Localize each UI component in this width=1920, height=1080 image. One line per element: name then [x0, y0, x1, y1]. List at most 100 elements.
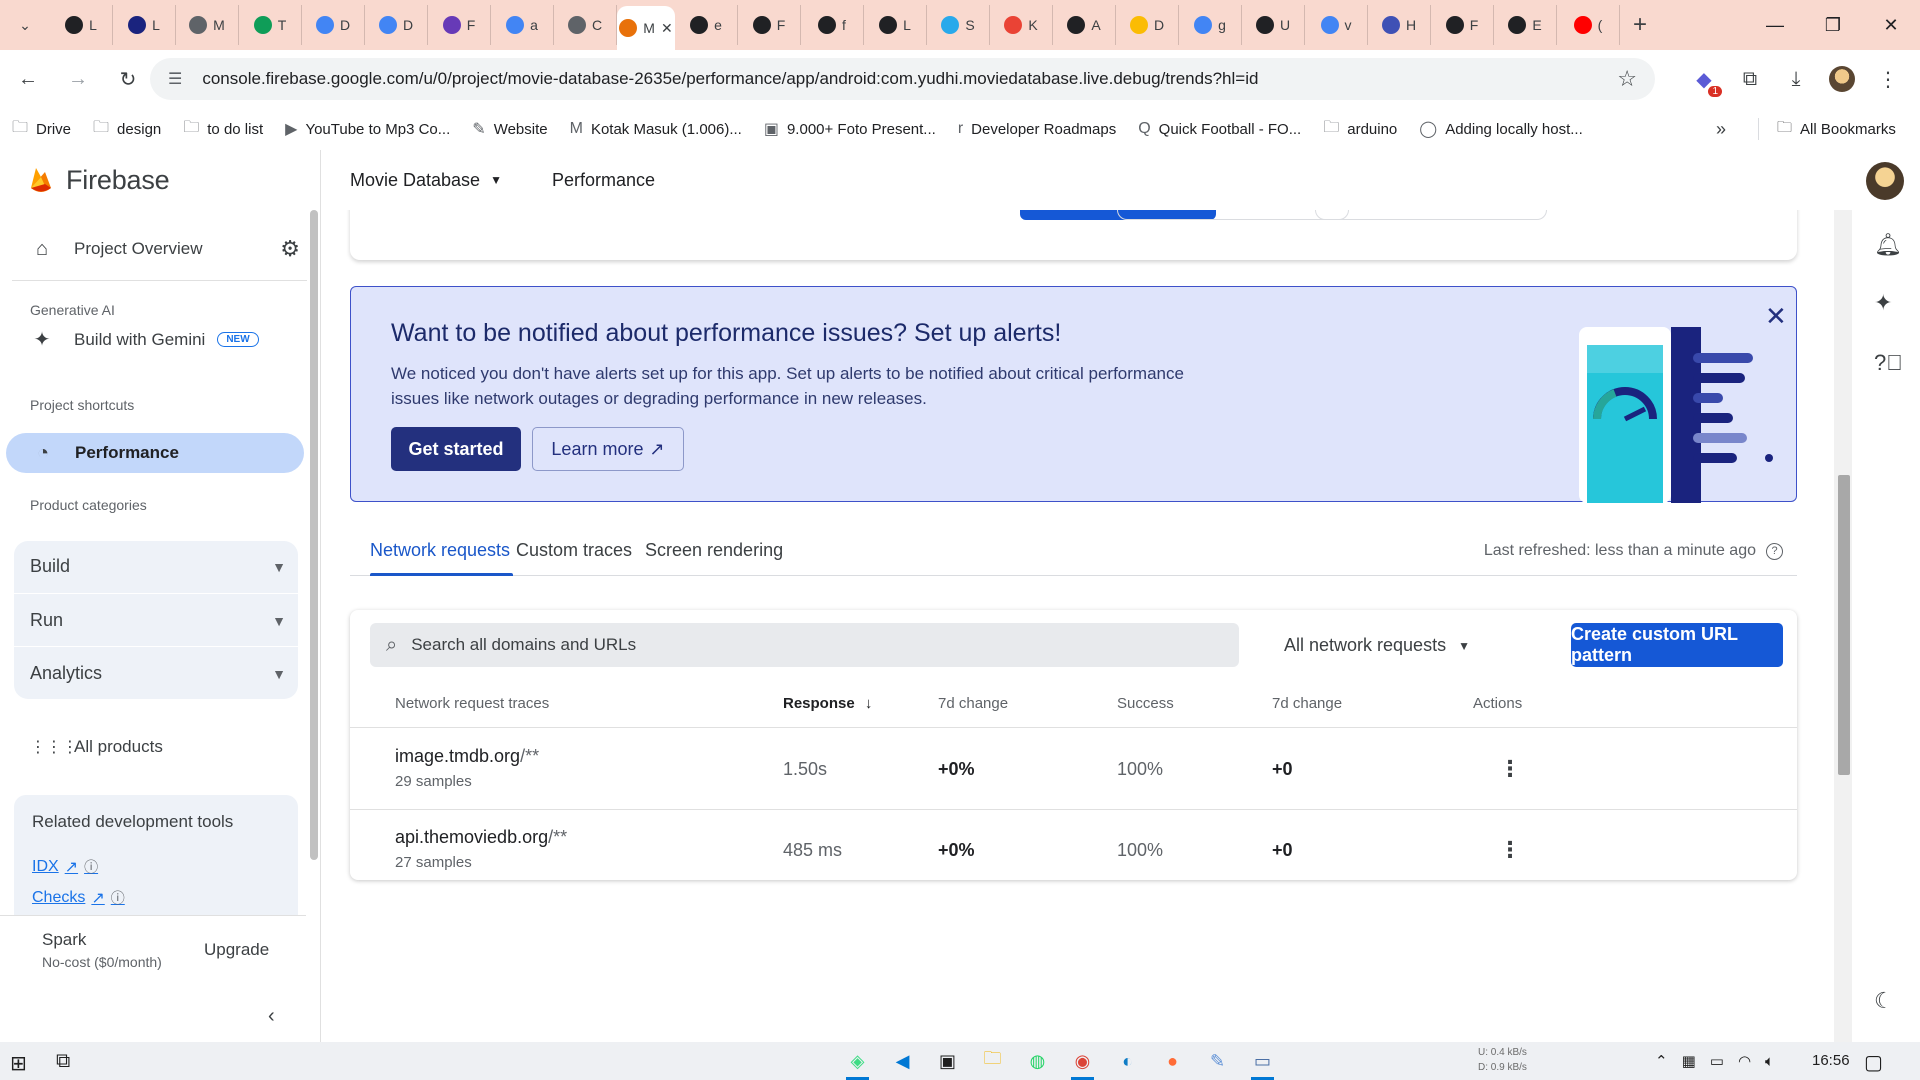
build-with-gemini-item[interactable]: ✦ Build with Gemini NEW — [30, 327, 259, 352]
column-header-response[interactable]: Response ↓ — [783, 695, 872, 712]
minimize-button[interactable]: — — [1746, 0, 1804, 50]
url-text[interactable]: console.firebase.google.com/u/0/project/… — [202, 69, 1258, 89]
browser-tab[interactable]: L — [864, 5, 927, 45]
browser-tab[interactable]: D — [302, 5, 365, 45]
browser-tab[interactable]: L — [50, 5, 113, 45]
idx-link[interactable]: IDX ↗ ⓘ — [32, 857, 98, 877]
gear-icon[interactable]: ⚙ — [280, 236, 300, 262]
bookmark-item[interactable]: 🗀 Drive — [12, 116, 71, 143]
browser-tab[interactable]: A — [1053, 5, 1116, 45]
help-icon[interactable]: ⓘ — [84, 857, 98, 877]
create-url-pattern-button[interactable]: Create custom URL pattern — [1571, 623, 1783, 667]
sidebar-item-performance[interactable]: ◔ Performance — [6, 433, 304, 473]
close-window-button[interactable]: ✕ — [1862, 0, 1920, 50]
bell-icon[interactable]: 🔔︎ — [1874, 232, 1902, 258]
project-selector[interactable]: Movie Database ▼ — [350, 170, 502, 191]
summary-filter-button[interactable] — [1315, 210, 1547, 220]
browser-menu-icon[interactable]: ⋮ — [1872, 63, 1904, 95]
profile-avatar[interactable] — [1826, 63, 1858, 95]
search-input[interactable] — [411, 635, 1112, 655]
chevron-up-icon[interactable]: ⌃ — [1655, 1052, 1668, 1070]
volume-icon[interactable]: 🔈︎ — [1765, 1053, 1774, 1070]
bookmark-item[interactable]: r Developer Roadmaps — [958, 120, 1116, 138]
browser-tab[interactable]: S — [927, 5, 990, 45]
browser-tab[interactable]: a — [491, 5, 554, 45]
task-view-icon[interactable]: ⧉ — [56, 1050, 70, 1073]
tab-screen-rendering[interactable]: Screen rendering — [645, 540, 783, 561]
search-field[interactable]: ⌕ — [370, 623, 1239, 667]
browser-tab[interactable]: F — [428, 5, 491, 45]
upgrade-button[interactable]: Upgrade — [204, 940, 269, 960]
browser-tab-active[interactable]: M ✕ — [617, 6, 675, 50]
bookmark-item[interactable]: 🗀 to do list — [183, 116, 263, 143]
category-run[interactable]: Run ▼ — [30, 610, 286, 631]
tray-app-icon[interactable]: ▦ — [1682, 1052, 1696, 1070]
reload-button[interactable]: ↻ — [106, 59, 150, 99]
bookmark-item[interactable]: ✎ Website — [472, 119, 547, 139]
browser-tab[interactable]: e — [675, 5, 738, 45]
browser-tab[interactable]: g — [1179, 5, 1242, 45]
battery-icon[interactable]: ▭ — [1710, 1052, 1724, 1070]
scrollbar-thumb[interactable] — [1838, 475, 1850, 775]
bookmark-star-icon[interactable]: ☆ — [1617, 66, 1637, 92]
browser-tab[interactable]: U — [1242, 5, 1305, 45]
dark-mode-icon[interactable]: ☾ — [1874, 988, 1894, 1014]
collapse-sidebar-icon[interactable]: ‹ — [268, 1005, 275, 1028]
main-scrollbar[interactable] — [1834, 210, 1852, 1042]
browser-tab[interactable]: v — [1305, 5, 1368, 45]
new-tab-button[interactable]: + — [1620, 5, 1660, 45]
notification-icon[interactable]: ▢ — [1864, 1050, 1883, 1075]
clock[interactable]: 16:56 — [1812, 1052, 1850, 1069]
category-analytics[interactable]: Analytics ▼ — [30, 663, 286, 684]
copilot-extension-icon[interactable]: ◆ 1 — [1688, 63, 1722, 97]
windows-start-icon[interactable]: ⊞ — [10, 1051, 27, 1076]
all-products-item[interactable]: ⋮⋮⋮ All products — [30, 737, 163, 757]
restore-button[interactable]: ❐ — [1804, 0, 1862, 50]
bookmark-item[interactable]: M Kotak Masuk (1.006)... — [570, 120, 742, 138]
browser-tab[interactable]: H — [1368, 5, 1431, 45]
browser-tab[interactable]: K — [990, 5, 1053, 45]
browser-tab[interactable]: ( — [1557, 5, 1620, 45]
bookmark-item[interactable]: Q Quick Football - FO... — [1138, 120, 1301, 138]
back-button[interactable]: ← — [6, 59, 50, 99]
edge-icon[interactable]: ◐ — [1112, 1046, 1143, 1076]
help-icon[interactable]: ⓘ — [111, 888, 125, 908]
browser-tab[interactable]: D — [365, 5, 428, 45]
gemini-sparkle-icon[interactable]: ✦ — [1874, 290, 1892, 316]
get-started-button[interactable]: Get started — [391, 427, 521, 471]
tab-network-requests[interactable]: Network requests — [370, 540, 510, 561]
help-icon[interactable]: ? — [1766, 542, 1783, 560]
bookmark-item[interactable]: 🗀 arduino — [1323, 116, 1397, 143]
tab-search-icon[interactable]: ⌄ — [0, 0, 50, 50]
vscode-icon[interactable]: ◀ — [887, 1046, 918, 1076]
sidebar-scrollbar[interactable] — [310, 210, 318, 860]
request-filter-dropdown[interactable]: All network requests ▼ — [1284, 635, 1470, 656]
learn-more-button[interactable]: Learn more ↗ — [532, 427, 684, 471]
browser-tab[interactable]: T — [239, 5, 302, 45]
chrome-icon[interactable]: ◉ — [1067, 1046, 1098, 1080]
extensions-puzzle-icon[interactable]: ⧉ — [1734, 63, 1766, 95]
help-icon[interactable]: ?⃝ — [1874, 350, 1903, 376]
browser-tab[interactable]: C — [554, 5, 617, 45]
bookmarks-overflow-icon[interactable]: » — [1716, 119, 1726, 140]
browser-tab[interactable]: D — [1116, 5, 1179, 45]
browser-tab[interactable]: f — [801, 5, 864, 45]
forward-button[interactable]: → — [56, 59, 100, 99]
whatsapp-icon[interactable]: ◍ — [1022, 1046, 1053, 1076]
download-icon[interactable]: ⤓ — [1780, 63, 1812, 95]
account-avatar[interactable] — [1866, 162, 1904, 200]
category-build[interactable]: Build ▼ — [30, 556, 286, 577]
browser-tab[interactable]: M — [176, 5, 239, 45]
android-studio-icon[interactable]: ◈ — [842, 1046, 873, 1080]
bookmark-item[interactable]: ▶ YouTube to Mp3 Co... — [285, 119, 450, 139]
postman-icon[interactable]: ● — [1157, 1046, 1188, 1076]
tab-custom-traces[interactable]: Custom traces — [516, 540, 632, 561]
browser-tab[interactable]: E — [1494, 5, 1557, 45]
wifi-icon[interactable]: ◠ — [1738, 1052, 1751, 1070]
bookmark-item[interactable]: 🗀 design — [93, 116, 161, 143]
trace-domain[interactable]: image.tmdb.org/** — [395, 746, 539, 767]
project-overview-item[interactable]: ⌂ Project Overview ⚙ — [30, 236, 300, 262]
remote-desktop-icon[interactable]: ▭ — [1247, 1046, 1278, 1080]
omnibox[interactable]: ☰ console.firebase.google.com/u/0/projec… — [150, 58, 1655, 100]
notes-app-icon[interactable]: ▣ — [932, 1046, 963, 1076]
